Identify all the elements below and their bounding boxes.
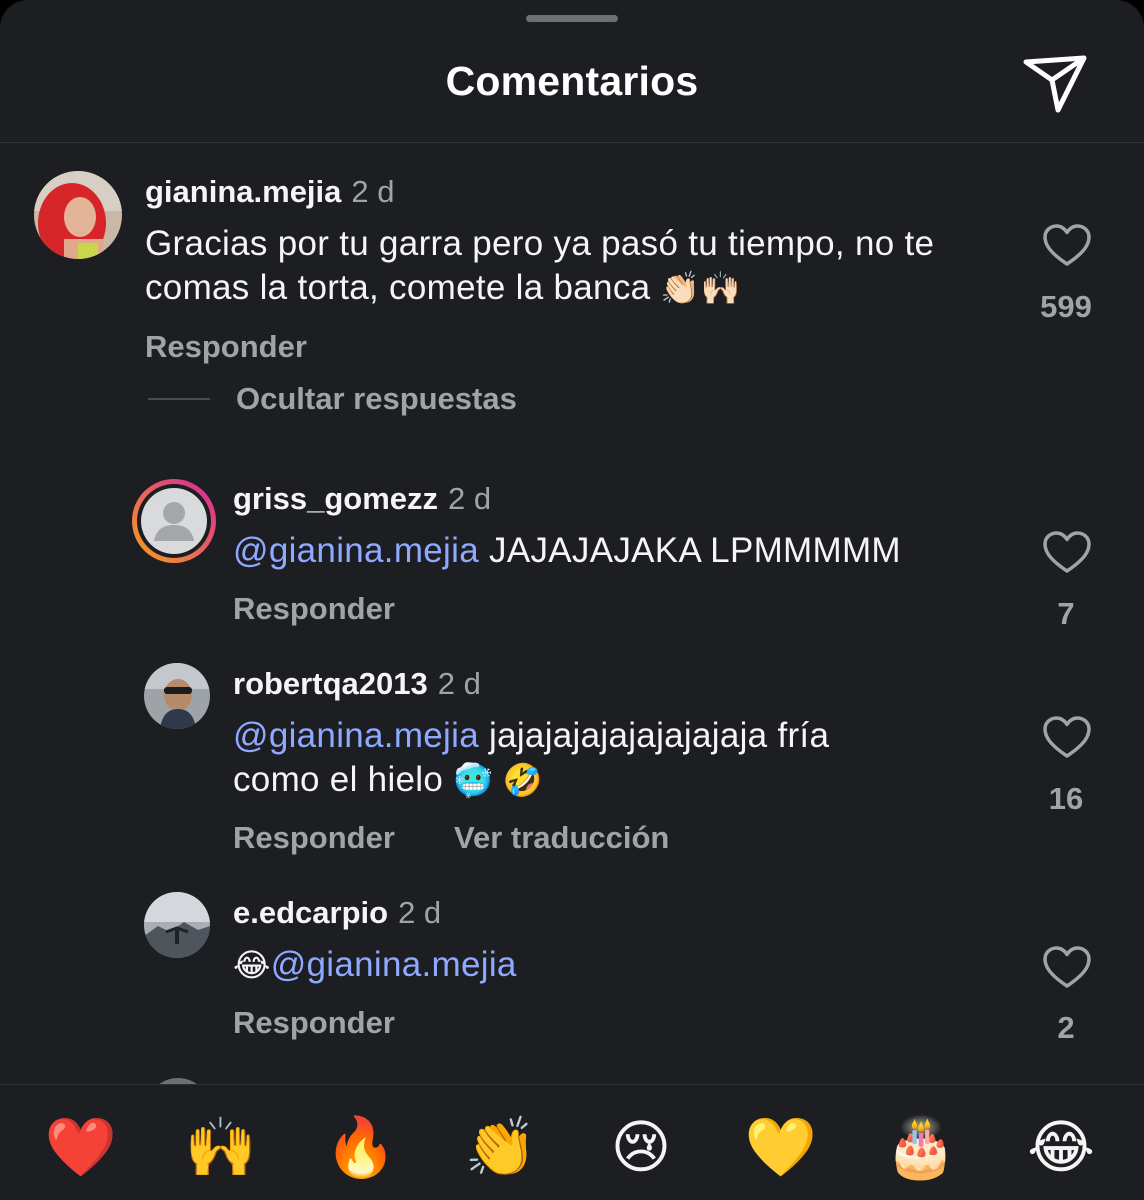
- comment-username[interactable]: gianina.mejia 2 d: [145, 174, 395, 210]
- quick-reactions-bar: ❤️ 🙌 🔥 👏 😢 💛 🎂 😂: [0, 1084, 1144, 1200]
- heart-emoji-button[interactable]: ❤️: [41, 1113, 121, 1183]
- replies-divider-line: [148, 398, 210, 400]
- reply-time: 2 d: [437, 666, 481, 701]
- comment-emoji: 👏🏻🙌🏻: [660, 270, 741, 306]
- header-divider: [0, 142, 1144, 143]
- heart-icon[interactable]: [1043, 946, 1091, 990]
- reply-button[interactable]: Responder: [233, 1005, 395, 1041]
- avatar[interactable]: [144, 892, 210, 958]
- tears-of-joy-emoji-button[interactable]: 😂: [1021, 1113, 1101, 1183]
- reply-button[interactable]: Responder: [233, 591, 395, 627]
- clapping-emoji-button[interactable]: 👏: [461, 1113, 541, 1183]
- heart-icon[interactable]: [1043, 531, 1091, 575]
- avatar[interactable]: [34, 171, 122, 259]
- avatar[interactable]: [144, 663, 210, 729]
- reply-time: 2 d: [398, 895, 442, 930]
- sheet-grabber[interactable]: [526, 15, 618, 22]
- reply-text: @gianina.mejia JAJAJAJAKA LPMMMMM: [233, 531, 901, 570]
- comment-text: Gracias por tu garra pero ya pasó tu tie…: [145, 224, 935, 307]
- mention-link[interactable]: @gianina.mejia: [271, 945, 517, 984]
- reply-emoji: 😂: [233, 947, 271, 983]
- like-count: 7: [1057, 596, 1075, 631]
- birthday-cake-emoji-button[interactable]: 🎂: [881, 1113, 961, 1183]
- reply-username[interactable]: robertqa2013 2 d: [233, 666, 481, 702]
- reply-time: 2 d: [448, 481, 492, 516]
- page-title: Comentarios: [445, 58, 699, 104]
- like-count: 2: [1057, 1010, 1075, 1045]
- heart-icon[interactable]: [1043, 224, 1091, 268]
- raising-hands-emoji-button[interactable]: 🙌: [181, 1113, 261, 1183]
- mention-link[interactable]: @gianina.mejia: [233, 531, 479, 570]
- fire-emoji-button[interactable]: 🔥: [321, 1113, 401, 1183]
- translate-button[interactable]: Ver traducción: [454, 820, 669, 856]
- reply-text: 😂@gianina.mejia: [233, 943, 1013, 987]
- comment-time: 2 d: [351, 174, 395, 209]
- reply-username[interactable]: e.edcarpio 2 d: [233, 895, 441, 931]
- yellow-heart-emoji-button[interactable]: 💛: [741, 1113, 821, 1183]
- like-count: 16: [1048, 781, 1084, 816]
- avatar[interactable]: [130, 477, 218, 565]
- comments-sheet: Comentarios gianina.mejia 2 d Gracias por…: [0, 0, 1144, 1200]
- mention-link[interactable]: @gianina.mejia: [233, 716, 479, 755]
- like-count: 599: [1040, 289, 1092, 324]
- reply-emoji: 🥶 🤣: [453, 762, 543, 798]
- reply-button[interactable]: Responder: [233, 820, 395, 856]
- hide-replies-button[interactable]: Ocultar respuestas: [236, 381, 517, 417]
- reply-text: @gianina.mejia jajajajajajajajajaja fría…: [233, 716, 830, 799]
- heart-icon[interactable]: [1043, 716, 1091, 760]
- crying-emoji-button[interactable]: 😢: [601, 1113, 681, 1183]
- reply-button[interactable]: Responder: [145, 329, 307, 365]
- reply-username[interactable]: griss_gomezz 2 d: [233, 481, 491, 517]
- send-icon[interactable]: [1020, 50, 1090, 116]
